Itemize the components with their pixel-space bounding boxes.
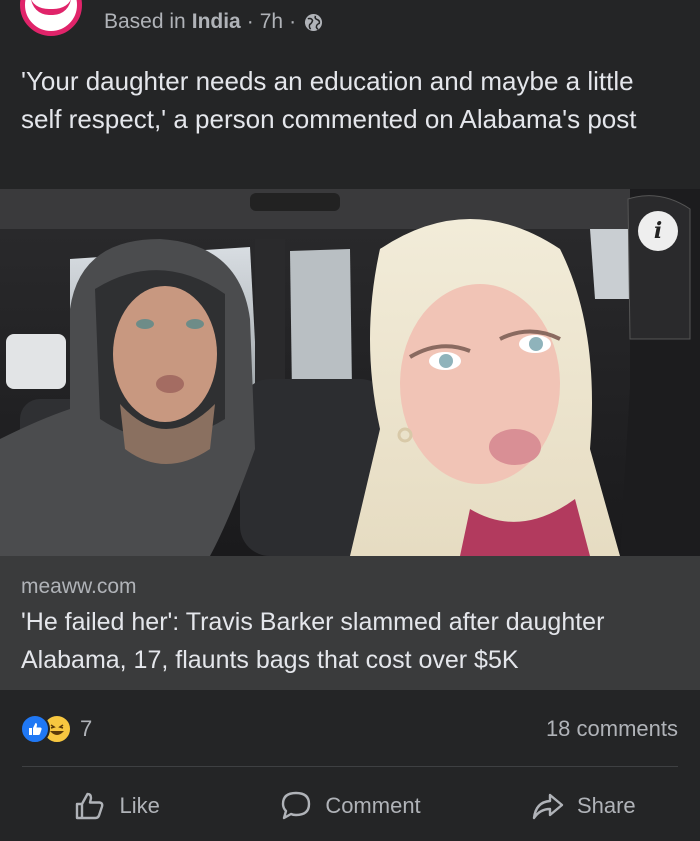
location[interactable]: India [192, 10, 241, 34]
comments-count[interactable]: 18 comments [546, 716, 678, 742]
thumbs-up-icon [76, 792, 104, 820]
post-actions: Like Comment Share [0, 778, 700, 834]
post-header: Based in India · 7h · [0, 0, 700, 50]
info-icon[interactable]: i [638, 211, 678, 251]
avatar-logo-mark [31, 0, 71, 15]
like-label: Like [119, 793, 160, 818]
share-label: Share [576, 793, 636, 818]
post-text: 'Your daughter needs an education and ma… [21, 66, 637, 134]
like-icon [20, 714, 50, 744]
reaction-count: 7 [80, 716, 93, 741]
separator: · [289, 10, 297, 33]
car-selfie-photo [0, 189, 700, 556]
comment-label: Comment [325, 793, 421, 818]
share-button[interactable]: Share [467, 778, 700, 834]
location-prefix: Based in [104, 10, 186, 33]
comment-button[interactable]: Comment [233, 778, 466, 834]
post-time[interactable]: 7h [260, 10, 283, 34]
post-stats: 7 18 comments [0, 706, 700, 754]
like-button[interactable]: Like [0, 778, 233, 834]
share-icon [532, 793, 564, 820]
link-preview-card[interactable]: meaww.com 'He failed her': Travis Barker… [0, 556, 700, 690]
link-preview-image[interactable]: i [0, 189, 700, 556]
reactions-summary[interactable]: 7 [20, 714, 92, 744]
divider [22, 766, 678, 767]
page-avatar[interactable] [20, 0, 82, 36]
globe-icon [305, 13, 323, 31]
link-headline: 'He failed her': Travis Barker slammed a… [21, 608, 605, 674]
post-meta: Based in India · 7h · [104, 10, 323, 34]
link-domain: meaww.com [21, 575, 137, 598]
comment-icon [282, 791, 311, 820]
separator: · [246, 10, 254, 33]
